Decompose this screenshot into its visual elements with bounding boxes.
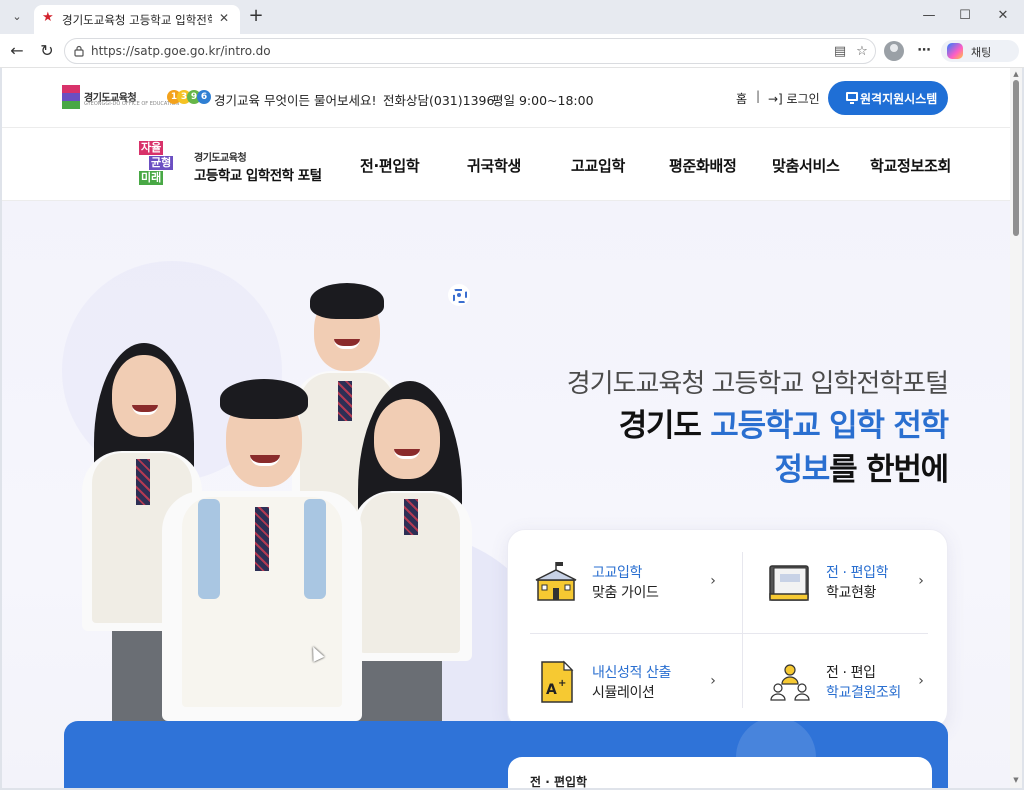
scroll-down-arrow-icon[interactable]: ▼ [1012,776,1020,784]
logo-mark-word: 자율 [139,141,164,155]
site-logo-mark: 자율 균형 미래 [139,141,181,187]
quick-menu-transfer-status[interactable]: 전 · 편입학 학교현황 › [766,548,966,618]
quick-menu-line2: 학교결원조회 [826,685,901,701]
chevron-right-icon: › [710,673,716,689]
svg-text:A: A [546,682,557,698]
nav-custom-service[interactable]: 맞춤서비스 [772,155,840,176]
hours-text: 평일 9:00~18:00 [492,93,594,108]
reader-mode-icon[interactable]: ▤ [831,43,849,61]
tab-list-chevron-icon[interactable]: ⌄ [6,7,28,27]
logo-mark-word: 균형 [149,156,174,170]
lock-icon [74,45,84,57]
gov-logo-subtext: GYEONGGI-DO OFFICE OF EDUCATION [84,101,180,107]
quick-menu-line1: 전 · 편입 [826,665,876,681]
page-viewport: 경기도교육청 GYEONGGI-DO OFFICE OF EDUCATION 1… [2,68,1010,788]
quick-menu-card: 고교입학 맞춤 가이드 › 전 · 편입학 학교현황 › A + 내신성적 산출… [507,529,948,729]
call-center-text: 경기교육 무엇이든 물어보세요! [214,93,377,108]
quick-menu-admission-guide[interactable]: 고교입학 맞춤 가이드 › [532,548,732,618]
site-logo-name: 고등학교 입학전학 포털 [194,168,322,184]
quick-menu-line2: 시뮬레이션 [592,685,655,701]
chevron-right-icon: › [918,573,924,589]
copilot-icon [947,43,963,59]
logo-mark-word: 미래 [139,171,164,185]
back-arrow-icon[interactable]: ← [6,40,28,62]
divider [530,633,928,634]
nav-school-info[interactable]: 학교정보조회 [870,155,951,176]
login-link[interactable]: →] 로그인 [768,90,820,107]
quick-menu-line1: 전 · 편입학 [826,565,889,581]
copilot-chat-button[interactable]: 채팅 [941,40,1019,62]
hero-subtitle: 경기도교육청 고등학교 입학전학포털 [566,369,949,399]
svg-text:+: + [558,678,566,689]
favorite-star-icon[interactable]: ☆ [853,43,871,61]
browser-toolbar: ← ↻ https://satp.goe.go.kr/intro.do ▤ ☆ … [0,34,1024,68]
hero-title: 경기도 고등학교 입학 전학 정보를 한번에 [442,404,950,492]
favicon-star-icon: ★ [42,10,54,25]
remote-support-label: 원격지원시스템 [860,92,938,106]
divider [742,552,743,708]
window-close-icon[interactable]: ✕ [988,6,1018,26]
quick-menu-grade-simulation[interactable]: A + 내신성적 산출 시뮬레이션 › [532,648,732,718]
scrollbar-thumb[interactable] [1013,80,1019,236]
url-text: https://satp.goe.go.kr/intro.do [91,44,271,58]
nav-returning-students[interactable]: 귀국학생 [467,155,521,176]
hero-title-part: 경기도 [618,408,711,444]
maximize-icon[interactable]: ☐ [950,6,980,26]
nav-high-school-admission[interactable]: 고교입학 [571,155,625,176]
school-icon [535,562,577,601]
gyeonggi-education-logo[interactable]: 경기도교육청 GYEONGGI-DO OFFICE OF EDUCATION [62,85,179,109]
quick-menu-line2: 학교현황 [826,585,876,601]
minimize-icon[interactable]: — [914,6,944,26]
browser-tab[interactable]: ★ 경기도교육청 고등학교 입학전학 포 ✕ [34,5,240,34]
scroll-up-arrow-icon[interactable]: ▲ [1012,70,1020,78]
hero-title-highlight: 정보 [774,452,830,488]
grade-document-icon: A + [541,660,574,703]
people-icon [770,664,810,701]
transfer-section: 전 · 편입학 [64,721,948,788]
remote-support-button[interactable]: 원격지원시스템 [828,81,948,115]
copilot-label: 채팅 [971,46,992,59]
util-separator: | [756,89,761,103]
quick-menu-vacancy-lookup[interactable]: 전 · 편입 학교결원조회 › [766,648,966,718]
utility-bar: 경기도교육청 GYEONGGI-DO OFFICE OF EDUCATION 1… [2,68,1010,128]
quick-menu-line1: 고교입학 [592,565,642,581]
home-link[interactable]: 홈 [736,90,747,107]
nav-transfer[interactable]: 전·편입학 [360,155,420,176]
gov-logo-mark [62,85,80,109]
tab-close-icon[interactable]: ✕ [216,10,232,26]
more-menu-icon[interactable]: ⋯ [914,41,934,61]
quick-menu-line1: 내신성적 산출 [592,665,671,681]
students-photo [72,281,492,761]
monitor-icon [846,92,858,104]
browser-tab-bar: ⌄ ★ 경기도교육청 고등학교 입학전학 포 ✕ + — ☐ ✕ [0,0,1024,34]
site-logo-org: 경기도교육청 [194,153,247,164]
new-tab-plus-icon[interactable]: + [246,6,266,26]
transfer-card-label: 전 · 편입학 [530,775,588,788]
tab-title: 경기도교육청 고등학교 입학전학 포 [62,13,212,27]
hero-section: 경기도교육청 고등학교 입학전학포털 경기도 고등학교 입학 전학 정보를 한번… [2,201,1010,788]
page-scrollbar[interactable]: ▲ ▼ [1010,68,1022,788]
nav-equalization-assignment[interactable]: 평준화배정 [669,155,737,176]
call-1396-badge: 1 3 9 6 [167,88,211,108]
hero-title-part: 를 한번에 [829,452,949,488]
main-navigation: 자율 균형 미래 경기도교육청 고등학교 입학전학 포털 전·편입학 귀국학생 … [2,128,1010,201]
book-icon [769,565,809,601]
chevron-right-icon: › [710,573,716,589]
profile-avatar[interactable] [884,41,904,61]
call-badge-digit: 6 [197,90,211,104]
visual-search-icon[interactable] [448,284,470,306]
site-logo[interactable]: 자율 균형 미래 경기도교육청 고등학교 입학전학 포털 [139,141,339,187]
transfer-card: 전 · 편입학 [508,757,932,788]
quick-menu-line2: 맞춤 가이드 [592,585,659,601]
reload-icon[interactable]: ↻ [36,40,58,62]
hero-title-highlight: 고등학교 입학 전학 [710,408,949,444]
phone-text: 전화상담(031)1396 [383,93,495,108]
address-bar[interactable]: https://satp.goe.go.kr/intro.do ▤ ☆ [64,38,876,64]
chevron-right-icon: › [918,673,924,689]
